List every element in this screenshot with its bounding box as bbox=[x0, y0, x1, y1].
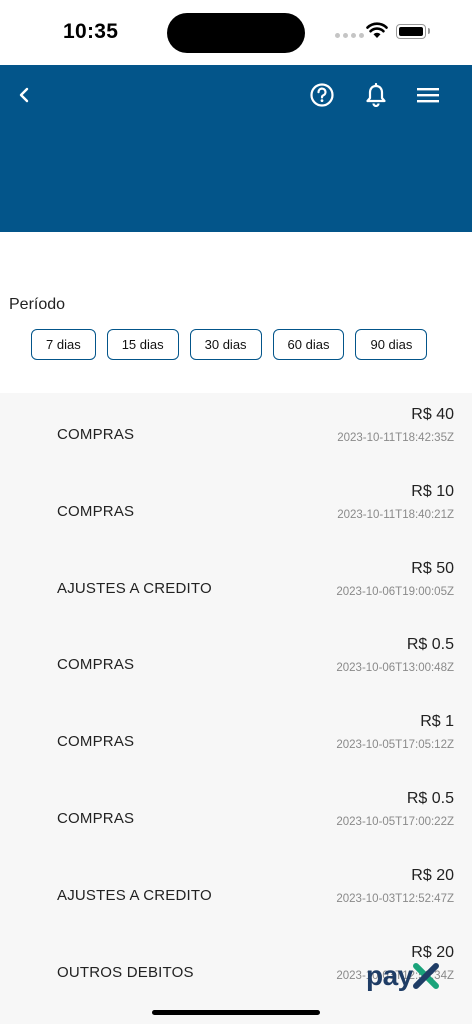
transaction-row[interactable]: AJUSTES A CREDITO R$ 50 2023-10-06T19:00… bbox=[0, 547, 472, 624]
transaction-row[interactable]: COMPRAS R$ 10 2023-10-11T18:40:21Z bbox=[0, 470, 472, 547]
transaction-description: AJUSTES A CREDITO bbox=[57, 886, 212, 904]
hamburger-menu-icon bbox=[417, 88, 439, 103]
transaction-description: AJUSTES A CREDITO bbox=[57, 579, 212, 597]
period-60-days-button[interactable]: 60 dias bbox=[272, 329, 345, 360]
transaction-amount: R$ 20 bbox=[411, 943, 454, 961]
transaction-row[interactable]: COMPRAS R$ 0.5 2023-10-05T17:00:22Z bbox=[0, 777, 472, 854]
transactions-list[interactable]: COMPRAS R$ 40 2023-10-11T18:42:35Z COMPR… bbox=[0, 393, 472, 1024]
transaction-date: 2023-10-11T18:40:21Z bbox=[337, 508, 454, 521]
transaction-date: 2023-10-06T13:00:48Z bbox=[336, 662, 454, 675]
transaction-description: OUTROS DEBITOS bbox=[57, 963, 194, 981]
transaction-date: 2023-10-05T17:05:12Z bbox=[336, 739, 454, 752]
question-circle-icon bbox=[310, 83, 334, 107]
notifications-button[interactable] bbox=[360, 79, 392, 111]
battery-cap bbox=[428, 28, 430, 34]
transaction-description: COMPRAS bbox=[57, 502, 135, 520]
transaction-date: 2023-10-06T19:00:05Z bbox=[336, 585, 454, 598]
period-filter: Período 7 dias 15 dias 30 dias 60 dias 9… bbox=[0, 232, 472, 393]
transaction-amount: R$ 20 bbox=[411, 866, 454, 884]
transaction-description: COMPRAS bbox=[57, 426, 135, 443]
logo-x-mark: X bbox=[412, 963, 439, 989]
period-15-days-button[interactable]: 15 dias bbox=[106, 329, 179, 360]
transaction-date: 2023-10-05T17:00:22Z bbox=[336, 815, 454, 828]
back-button[interactable] bbox=[10, 81, 38, 109]
transaction-date: 2023-10-03T12:52:47Z bbox=[336, 892, 454, 905]
transaction-amount: R$ 40 bbox=[411, 406, 454, 423]
transaction-description: COMPRAS bbox=[57, 809, 135, 827]
period-30-days-button[interactable]: 30 dias bbox=[189, 329, 262, 360]
transaction-amount: R$ 50 bbox=[411, 559, 454, 577]
payx-logo: pay X bbox=[366, 962, 439, 990]
logo-text: pay bbox=[366, 960, 413, 991]
transaction-amount: R$ 10 bbox=[411, 482, 454, 500]
bell-icon bbox=[366, 83, 386, 107]
transaction-amount: R$ 1 bbox=[420, 713, 454, 731]
transaction-row[interactable]: COMPRAS R$ 40 2023-10-11T18:42:35Z bbox=[0, 393, 472, 470]
period-7-days-button[interactable]: 7 dias bbox=[31, 329, 96, 360]
status-time: 10:35 bbox=[63, 20, 119, 43]
transaction-amount: R$ 0.5 bbox=[406, 636, 454, 654]
period-label: Período bbox=[9, 296, 66, 313]
help-button[interactable] bbox=[306, 79, 338, 111]
transaction-amount: R$ 0.5 bbox=[406, 789, 454, 807]
dynamic-island bbox=[167, 13, 305, 53]
transaction-date: 2023-10-11T18:42:35Z bbox=[337, 432, 454, 444]
transaction-row[interactable]: AJUSTES A CREDITO R$ 20 2023-10-03T12:52… bbox=[0, 854, 472, 931]
menu-button[interactable] bbox=[412, 79, 444, 111]
status-bar: 10:35 bbox=[0, 0, 472, 65]
transaction-description: COMPRAS bbox=[57, 656, 135, 674]
battery-icon bbox=[396, 24, 426, 39]
transaction-description: COMPRAS bbox=[57, 733, 135, 751]
period-90-days-button[interactable]: 90 dias bbox=[355, 329, 428, 360]
transaction-row[interactable]: COMPRAS R$ 0.5 2023-10-06T13:00:48Z bbox=[0, 623, 472, 700]
app-header bbox=[0, 65, 472, 232]
cellular-signal-icon bbox=[335, 33, 364, 38]
transaction-row[interactable]: COMPRAS R$ 1 2023-10-05T17:05:12Z bbox=[0, 700, 472, 777]
home-indicator bbox=[152, 1010, 320, 1015]
wifi-icon bbox=[366, 22, 388, 38]
period-options: 7 dias 15 dias 30 dias 60 dias 90 dias bbox=[31, 329, 428, 360]
chevron-left-icon bbox=[19, 87, 29, 103]
